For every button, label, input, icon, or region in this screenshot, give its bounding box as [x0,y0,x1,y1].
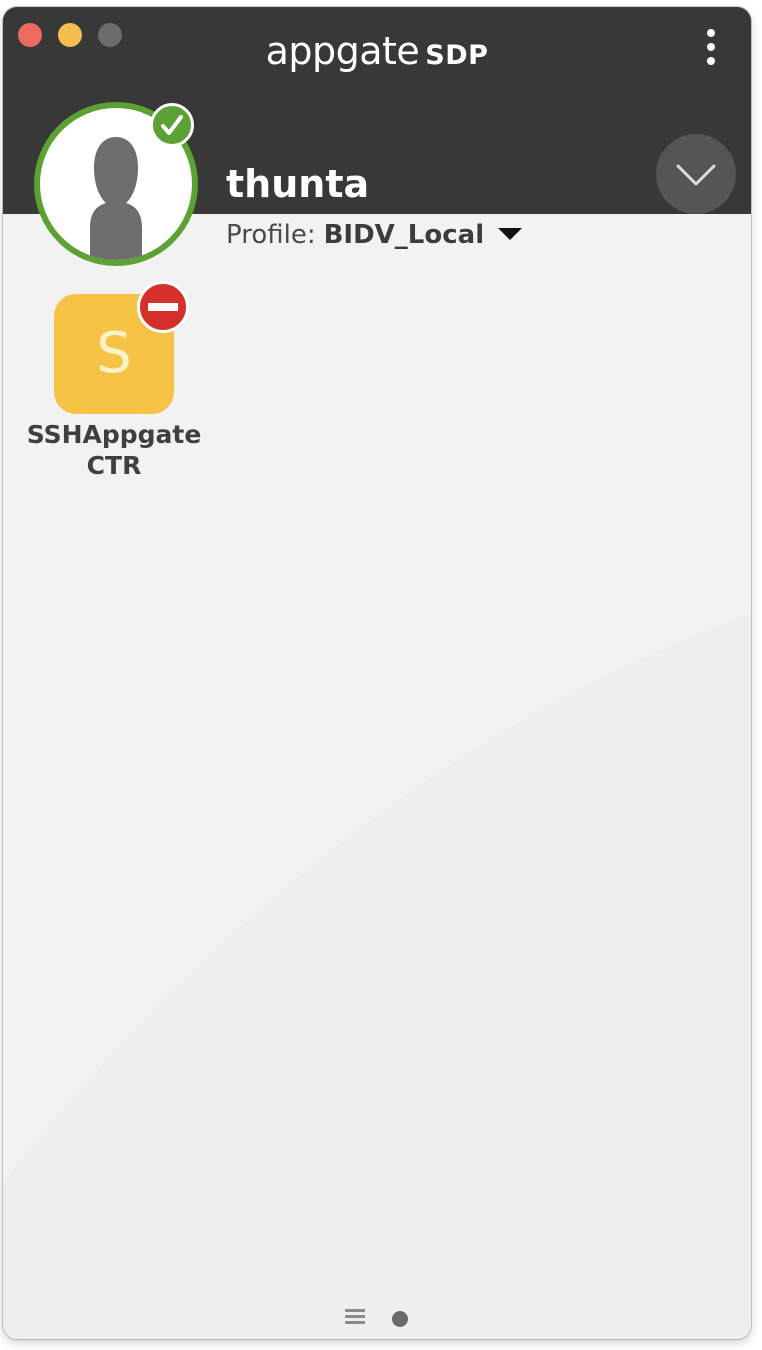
status-connected-badge [150,103,194,147]
list-icon[interactable] [345,1309,365,1325]
entitlement-name-line2: CTR [86,451,142,480]
profile-selector[interactable]: Profile: BIDV_Local [226,217,523,253]
entitlement-name[interactable]: SSHAppgate CTR [14,419,214,481]
brand-product: SDP [425,40,489,71]
entitlement-name-line1: SSHAppgate [26,420,202,449]
caret-down-icon [498,227,523,240]
chevron-down-icon [676,164,716,186]
no-entry-icon [137,281,189,333]
appgate-window: appgate SDP thunta Profile: BIDV_Local S… [3,7,751,1339]
username: thunta [226,162,370,206]
collapse-button[interactable] [656,134,736,214]
more-options-icon[interactable] [700,27,722,67]
profile-value: BIDV_Local [323,220,485,250]
page-controls [343,1307,423,1333]
checkmark-icon [161,115,183,135]
profile-label: Profile: [226,220,316,250]
page-indicator-dot-icon[interactable] [392,1311,408,1327]
brand-logo: appgate SDP [3,29,751,74]
brand-name: appgate [265,29,420,73]
